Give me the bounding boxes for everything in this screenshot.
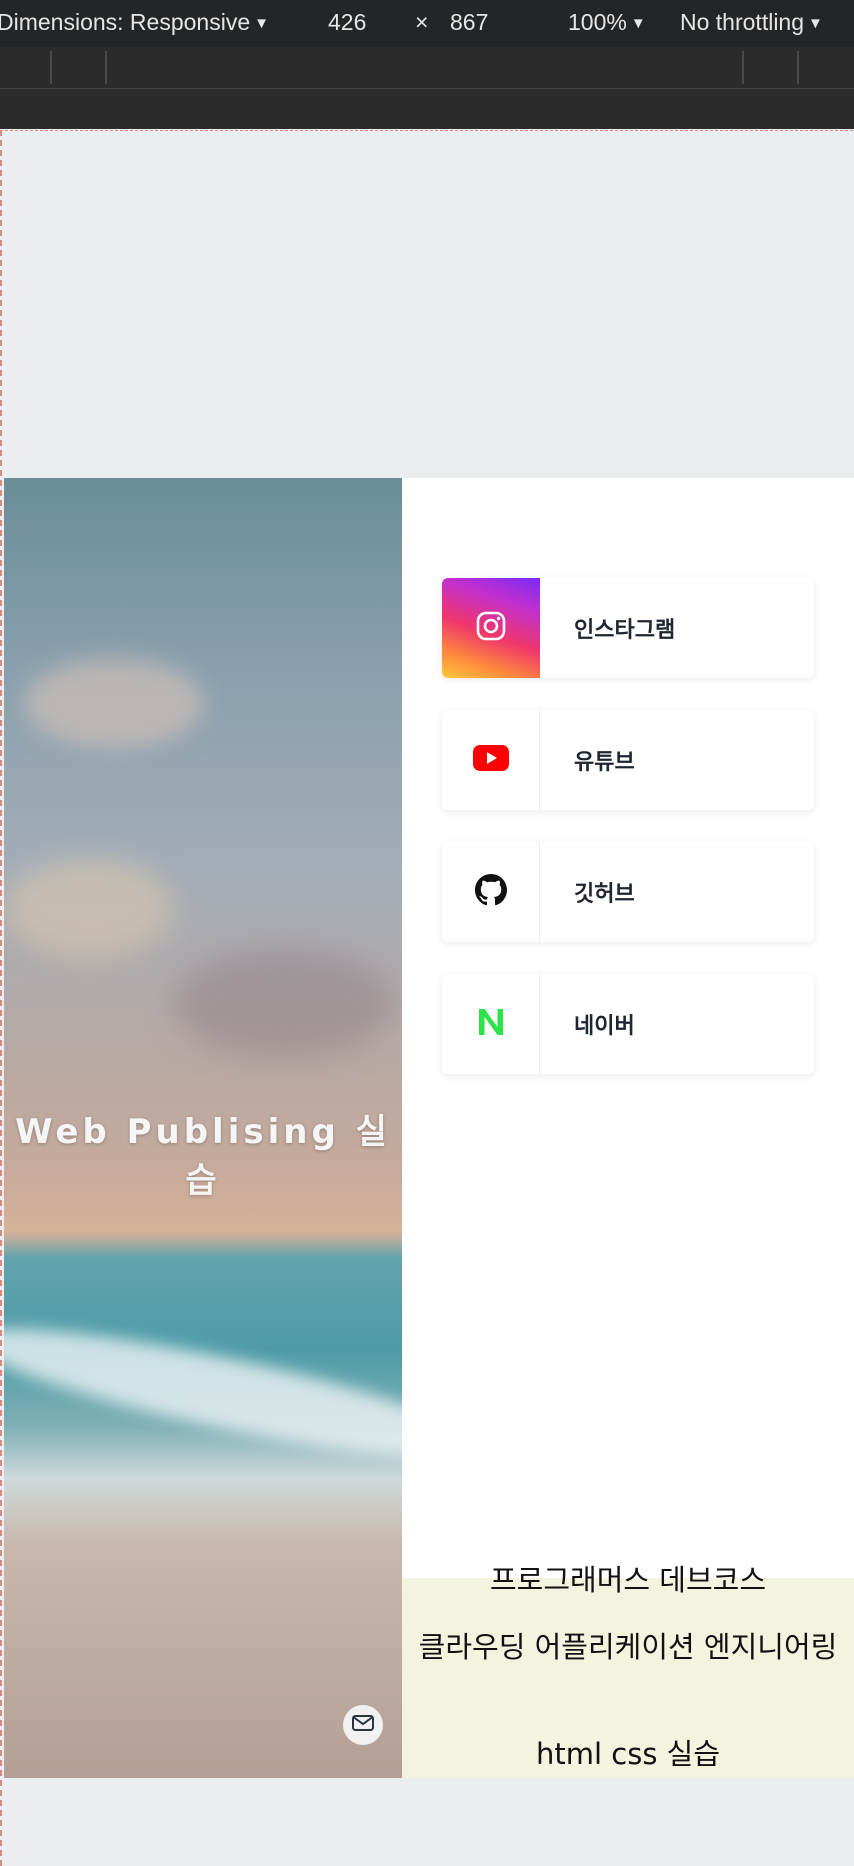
zoom-label: 100% <box>568 9 627 35</box>
link-icon-box <box>442 842 540 942</box>
link-card-instagram[interactable]: 인스타그램 <box>442 578 814 678</box>
instagram-icon <box>476 611 506 645</box>
link-card-youtube[interactable]: 유튜브 <box>442 710 814 810</box>
times-icon: × <box>415 9 429 35</box>
course-info: 프로그래머스 데브코스 클라우딩 어플리케이션 엔지니어링 html css 실… <box>402 1563 854 1778</box>
hero-cloud <box>24 658 204 748</box>
hero-image: Web Publising 실습 <box>4 478 402 1778</box>
hero-cloud <box>4 858 174 958</box>
media-query-marker[interactable] <box>742 51 744 84</box>
dimensions-dropdown[interactable]: Dimensions: Responsive ▼ <box>0 9 269 36</box>
link-label-github: 깃허브 <box>574 882 635 907</box>
github-icon <box>474 874 507 910</box>
hero-title: Web Publising 실습 <box>15 1112 391 1201</box>
link-label-youtube: 유튜브 <box>574 750 635 775</box>
media-query-bar <box>0 47 854 89</box>
width-input[interactable]: 426 <box>328 9 366 36</box>
naver-icon <box>476 1007 506 1041</box>
ruler-bar <box>0 89 854 129</box>
link-label-instagram: 인스타그램 <box>574 618 676 643</box>
mail-icon <box>352 1715 374 1735</box>
hero-wave <box>4 1304 402 1482</box>
throttle-label: No throttling <box>680 9 805 35</box>
media-query-marker[interactable] <box>50 51 52 84</box>
course-subject: html css 실습 <box>535 1737 721 1771</box>
chevron-down-icon: ▼ <box>808 15 823 32</box>
dimensions-label: Dimensions: Responsive <box>0 9 251 35</box>
mail-button[interactable] <box>343 1705 383 1745</box>
link-card-github[interactable]: 깃허브 <box>442 842 814 942</box>
height-input[interactable]: 867 <box>450 9 488 36</box>
course-org: 프로그래머스 데브코스 <box>489 1563 767 1597</box>
youtube-icon <box>472 745 509 775</box>
chevron-down-icon: ▼ <box>254 15 269 32</box>
hero-cloud <box>174 948 394 1058</box>
throttle-dropdown[interactable]: No throttling ▼ <box>680 9 823 36</box>
media-query-marker[interactable] <box>105 51 107 84</box>
zoom-dropdown[interactable]: 100% ▼ <box>568 9 646 36</box>
link-icon-box <box>442 578 540 678</box>
chevron-down-icon: ▼ <box>630 15 646 32</box>
device-viewport: Web Publising 실습 인스타그램 유튜브 깃허브 네이버 프로그래머… <box>0 130 854 1866</box>
link-icon-box <box>442 974 540 1074</box>
course-track: 클라우딩 어플리케이션 엔지니어링 <box>418 1630 838 1664</box>
link-label-naver: 네이버 <box>574 1014 635 1039</box>
link-icon-box <box>442 710 540 810</box>
media-query-marker[interactable] <box>797 51 799 84</box>
devtools-device-toolbar: Dimensions: Responsive ▼ 426 × 867 100% ▼ … <box>0 0 854 47</box>
link-card-naver[interactable]: 네이버 <box>442 974 814 1074</box>
